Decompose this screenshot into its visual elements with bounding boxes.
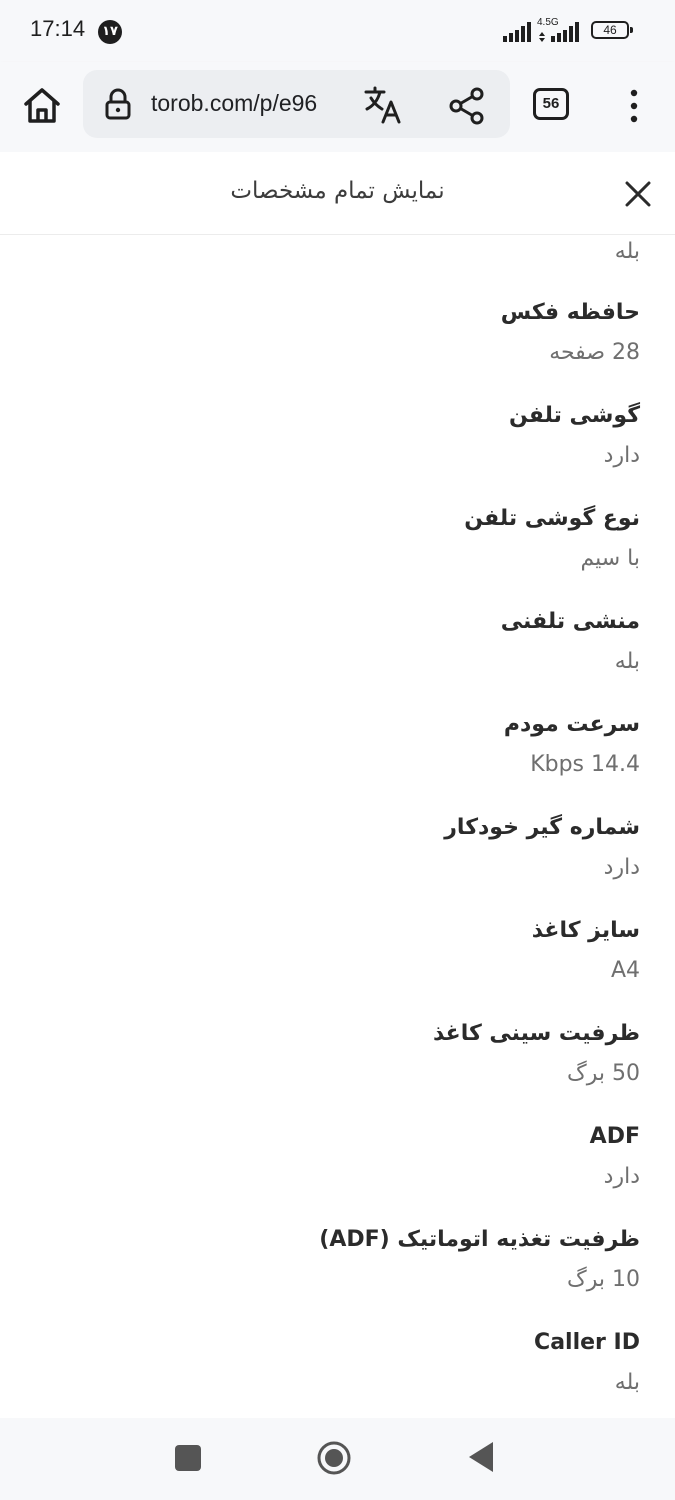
spec-label: ADF — [589, 1124, 640, 1149]
status-time: 17:14 — [30, 16, 86, 41]
dialog-header: نمایش تمام مشخصات — [0, 152, 675, 235]
spec-item: ADF دارد — [40, 1117, 640, 1197]
battery-indicator: 46 — [591, 21, 633, 39]
wifi-signal-icon — [503, 22, 531, 42]
spec-label: سایز کاغذ — [531, 918, 640, 943]
spec-value: بله — [614, 239, 640, 264]
status-bar: 17:14 ۱۷ 4.5G 46 — [0, 0, 675, 62]
spec-item: Caller ID بله — [40, 1323, 640, 1403]
share-icon[interactable] — [447, 86, 487, 126]
spec-item: ظرفیت سینی کاغذ 50 برگ — [40, 1014, 640, 1094]
close-icon[interactable] — [622, 178, 654, 210]
spec-label: ظرفیت سینی کاغذ — [432, 1021, 640, 1046]
spec-label: حافظه فکس — [500, 300, 640, 325]
cellular-signal-icon — [539, 22, 579, 42]
spec-value: بله — [614, 1370, 640, 1395]
spec-value: دارد — [603, 1164, 640, 1189]
spec-value: 50 برگ — [567, 1061, 640, 1086]
spec-item: سایز کاغذ A4 — [40, 911, 640, 991]
spec-label: نوع گوشی تلفن — [464, 506, 640, 531]
spec-label: گوشی تلفن — [508, 403, 640, 428]
spec-item: شماره گیر خودکار دارد — [40, 808, 640, 888]
spec-value: 28 صفحه — [549, 340, 640, 365]
address-bar[interactable]: torob.com/p/e96 — [83, 70, 510, 138]
spec-label: Caller ID — [534, 1330, 640, 1355]
spec-label: منشی تلفنی — [500, 609, 640, 634]
spec-value: Kbps 14.4 — [530, 752, 640, 777]
spec-value: بله — [614, 649, 640, 674]
spec-value: 10 برگ — [567, 1267, 640, 1292]
spec-value: دارد — [603, 443, 640, 468]
spec-value: دارد — [603, 855, 640, 880]
translate-icon[interactable] — [363, 84, 405, 126]
spec-item: حافظه فکس 28 صفحه — [40, 293, 640, 373]
specifications-list[interactable]: بله حافظه فکس 28 صفحه گوشی تلفن دارد نوع… — [0, 235, 675, 1418]
spec-item: گوشی تلفن دارد — [40, 396, 640, 476]
spec-label: ظرفیت تغذیه اتوماتیک (ADF) — [319, 1227, 640, 1252]
back-icon[interactable] — [467, 1440, 495, 1474]
notification-badge: ۱۷ — [98, 20, 122, 44]
spec-label: شماره گیر خودکار — [444, 815, 640, 840]
tab-switcher-button[interactable]: 56 — [533, 88, 569, 120]
home-icon[interactable] — [20, 84, 64, 128]
system-navigation-bar — [0, 1418, 675, 1500]
home-nav-icon[interactable] — [316, 1440, 352, 1476]
spec-value: A4 — [610, 958, 640, 983]
recent-apps-icon[interactable] — [175, 1445, 201, 1471]
browser-toolbar: torob.com/p/e96 — [0, 62, 675, 152]
dialog-title: نمایش تمام مشخصات — [230, 178, 445, 204]
spec-item: ظرفیت تغذیه اتوماتیک (ADF) 10 برگ — [40, 1220, 640, 1300]
url-text[interactable]: torob.com/p/e96 — [151, 90, 361, 117]
spec-item: منشی تلفنی بله — [40, 602, 640, 682]
spec-value: با سیم — [580, 546, 640, 571]
spec-item: نوع گوشی تلفن با سیم — [40, 499, 640, 579]
more-options-icon[interactable] — [620, 86, 648, 126]
spec-item: سرعت مودم Kbps 14.4 — [40, 705, 640, 785]
lock-icon[interactable] — [103, 88, 133, 120]
spec-label: سرعت مودم — [503, 712, 640, 737]
